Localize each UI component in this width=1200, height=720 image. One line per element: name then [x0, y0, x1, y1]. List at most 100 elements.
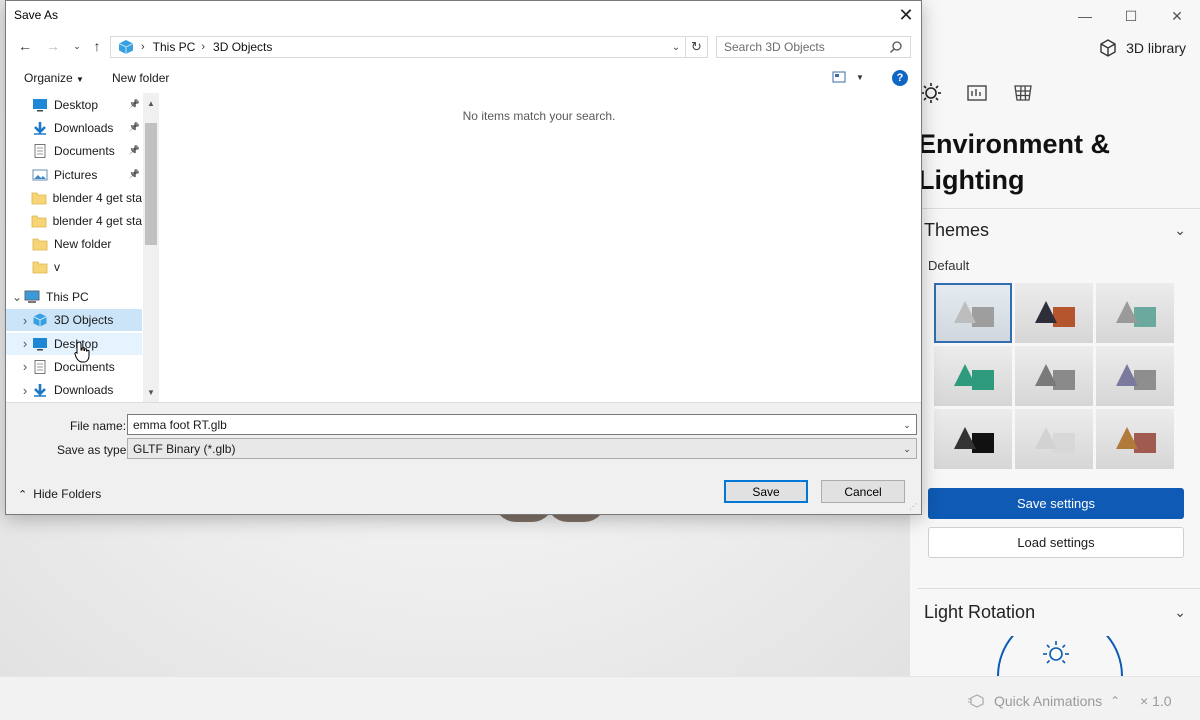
- help-icon[interactable]: ?: [892, 70, 908, 86]
- nav-item-label: blender 4 get sta: [52, 214, 142, 228]
- nav-item[interactable]: v: [6, 256, 142, 278]
- close-window-button[interactable]: ✕: [1154, 0, 1200, 32]
- resize-grip-icon[interactable]: ⋰: [909, 502, 919, 512]
- dialog-title: Save As: [14, 8, 59, 22]
- expand-chevron-right-icon[interactable]: ›: [18, 313, 32, 328]
- nav-item[interactable]: ⌄ This PC: [6, 286, 142, 308]
- new-folder-button[interactable]: New folder: [112, 71, 169, 85]
- expand-chevron-right-icon[interactable]: ›: [18, 336, 32, 351]
- cancel-button[interactable]: Cancel: [821, 480, 905, 503]
- light-rotation-header[interactable]: Light Rotation ⌄: [924, 602, 1186, 623]
- chevron-down-icon[interactable]: ⌄: [900, 441, 914, 457]
- animation-speed[interactable]: × 1.0: [1140, 693, 1172, 709]
- dropdown-arrow-icon: ▼: [76, 75, 84, 84]
- breadcrumb-this-pc[interactable]: This PC: [153, 40, 196, 54]
- nav-item[interactable]: Downloads 📌: [6, 117, 142, 139]
- theme-cone-shape: [1116, 301, 1138, 323]
- save-type-select[interactable]: GLTF Binary (*.glb) ⌄: [127, 438, 917, 459]
- save-as-dialog: Save As ✕ ← → ⌄ ↑ › This PC › 3D Objects…: [5, 0, 922, 515]
- organize-label: Organize: [24, 71, 73, 85]
- theme-tile[interactable]: [1096, 346, 1174, 406]
- close-icon[interactable]: ✕: [891, 1, 921, 29]
- search-icon[interactable]: [889, 40, 903, 54]
- folder-icon: [32, 237, 48, 251]
- minimize-button[interactable]: —: [1062, 0, 1108, 32]
- theme-cone-shape: [1116, 364, 1138, 386]
- theme-tile[interactable]: [1096, 283, 1174, 343]
- nav-item[interactable]: › Downloads: [6, 379, 142, 401]
- expand-chevron-right-icon[interactable]: ›: [18, 383, 32, 398]
- theme-tile[interactable]: [934, 409, 1012, 469]
- hide-folders-button[interactable]: ⌃ Hide Folders: [18, 487, 101, 501]
- downloads-icon: [32, 121, 48, 135]
- address-bar[interactable]: › This PC › 3D Objects ⌄ ↻: [110, 36, 708, 58]
- quick-animations-button[interactable]: Quick Animations ⌃: [968, 693, 1120, 709]
- nav-item[interactable]: Pictures 📌: [6, 164, 142, 186]
- back-arrow-icon[interactable]: ←: [16, 37, 34, 55]
- theme-cone-shape: [954, 427, 976, 449]
- theme-tile[interactable]: [1096, 409, 1174, 469]
- theme-tile[interactable]: [934, 283, 1012, 343]
- cube-icon: [1100, 39, 1116, 57]
- hide-folders-label: Hide Folders: [33, 487, 102, 501]
- themes-section-header[interactable]: Themes ⌄: [924, 220, 1186, 241]
- divider: [918, 588, 1200, 589]
- up-arrow-icon[interactable]: ↑: [88, 37, 106, 55]
- expand-chevron-down-icon[interactable]: ⌄: [10, 290, 24, 304]
- save-settings-button[interactable]: Save settings: [928, 488, 1184, 519]
- breadcrumb-separator-icon: ›: [201, 41, 206, 53]
- scroll-down-icon[interactable]: ▼: [143, 384, 159, 400]
- window-controls: — ☐ ✕: [1062, 0, 1200, 32]
- theme-tile[interactable]: [1015, 409, 1093, 469]
- nav-item-label: Downloads: [54, 383, 114, 398]
- load-settings-button[interactable]: Load settings: [928, 527, 1184, 558]
- 3d-library-button[interactable]: 3D library: [1098, 38, 1186, 58]
- sun-handle-icon[interactable]: [1043, 641, 1069, 664]
- nav-item[interactable]: Documents 📌: [6, 140, 142, 162]
- folder-icon: [31, 214, 47, 228]
- refresh-icon[interactable]: ↻: [685, 37, 707, 57]
- breadcrumb-3d-objects[interactable]: 3D Objects: [213, 40, 272, 54]
- theme-tile[interactable]: [1015, 346, 1093, 406]
- light-rotation-dial[interactable]: [990, 636, 1130, 676]
- chevron-up-icon: ⌃: [18, 488, 28, 501]
- nav-item[interactable]: blender 4 get sta: [6, 187, 142, 209]
- save-button[interactable]: Save: [724, 480, 808, 503]
- search-input[interactable]: Search 3D Objects: [716, 36, 911, 58]
- theme-tile[interactable]: [1015, 283, 1093, 343]
- themes-default-label: Default: [928, 258, 970, 273]
- theme-cone-shape: [1116, 427, 1138, 449]
- side-panel: — ☐ ✕ 3D library Environment & Lighting …: [910, 0, 1200, 676]
- nav-item[interactable]: › 3D Objects: [6, 309, 142, 332]
- sun-icon[interactable]: [920, 82, 942, 104]
- nav-item[interactable]: New folder: [6, 233, 142, 255]
- organize-menu[interactable]: Organize ▼: [24, 71, 84, 85]
- theme-cone-shape: [954, 301, 976, 323]
- nav-item[interactable]: blender 4 get sta: [6, 210, 142, 232]
- file-list-area[interactable]: No items match your search.: [159, 93, 921, 402]
- maximize-button[interactable]: ☐: [1108, 0, 1154, 32]
- documents-icon: [32, 144, 48, 159]
- grid-icon[interactable]: [1012, 82, 1034, 104]
- scroll-thumb[interactable]: [145, 123, 157, 245]
- file-name-label: File name:: [70, 419, 127, 433]
- nav-item-label: Downloads: [54, 121, 114, 136]
- file-name-field[interactable]: emma foot RT.glb ⌄: [127, 414, 917, 435]
- navigation-bar: ← → ⌄ ↑ › This PC › 3D Objects ⌄ ↻ Searc…: [6, 33, 921, 61]
- chevron-down-icon[interactable]: ⌄: [900, 417, 914, 433]
- navigation-scrollbar[interactable]: ▲ ▼: [143, 93, 159, 402]
- theme-cone-shape: [954, 364, 976, 386]
- stats-icon[interactable]: [966, 82, 988, 104]
- theme-tile[interactable]: [934, 346, 1012, 406]
- expand-chevron-right-icon[interactable]: ›: [18, 359, 32, 374]
- panel-tabs: [920, 82, 1034, 104]
- nav-item-label: This PC: [46, 290, 89, 304]
- breadcrumb-separator-icon: ›: [141, 41, 145, 53]
- scroll-up-icon[interactable]: ▲: [143, 95, 159, 111]
- nav-item[interactable]: Desktop 📌: [6, 94, 142, 116]
- recent-locations-chevron-icon[interactable]: ⌄: [68, 37, 86, 55]
- view-options-button[interactable]: ▼: [832, 71, 864, 83]
- desktop-icon: [32, 337, 48, 351]
- address-dropdown-icon[interactable]: ⌄: [669, 37, 683, 57]
- forward-arrow-icon[interactable]: →: [44, 37, 62, 55]
